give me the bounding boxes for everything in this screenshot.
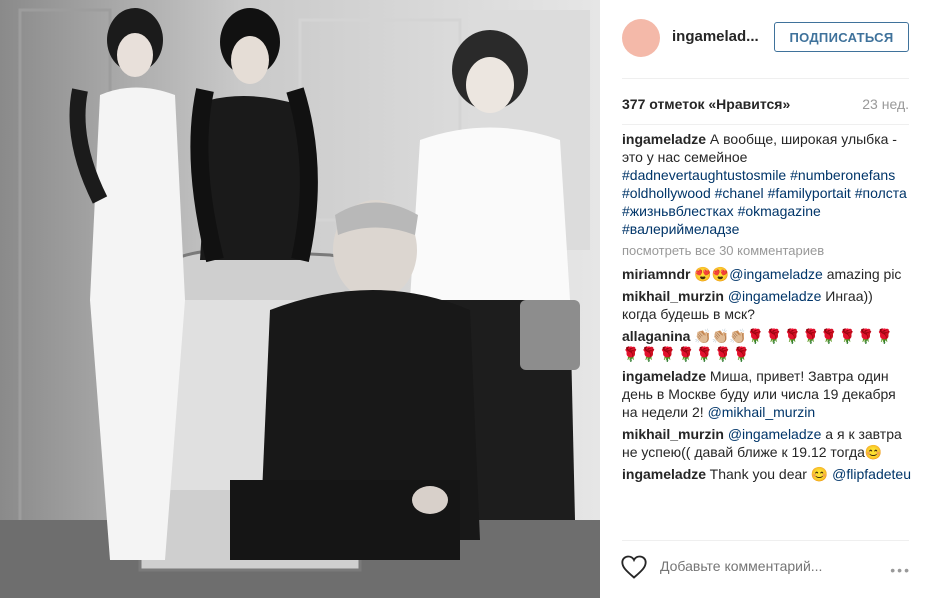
divider (622, 78, 909, 79)
caption-hashtag[interactable]: #полста (855, 185, 907, 201)
comment-username[interactable]: miriamndr (622, 266, 690, 282)
caption-hashtag[interactable]: #numberonefans (790, 167, 895, 183)
post-header: ingamelad... ПОДПИСАТЬСЯ (600, 0, 931, 78)
comment-mention[interactable]: @mikhail_murzin (708, 404, 816, 420)
more-options-icon[interactable]: ••• (890, 562, 911, 578)
comments-list: ingameladze А вообще, широкая улыбка - э… (622, 130, 911, 526)
comment-text: amazing pic (822, 266, 902, 282)
caption-hashtag[interactable]: #dadnevertaughtustosmile (622, 167, 786, 183)
smile-emoji: 😊 (864, 444, 883, 460)
caption-hashtag[interactable]: #oldhollywood (622, 185, 711, 201)
caption-hashtag[interactable]: #okmagazine (738, 203, 821, 219)
comment-text: Thank you dear (709, 466, 811, 482)
comment-mention[interactable]: @ingameladze (728, 288, 822, 304)
header-username[interactable]: ingamelad... (672, 28, 772, 45)
clapping-hands-emoji: 👏🏼👏🏼👏🏼 (694, 328, 747, 344)
comment-mention[interactable]: @flipfadeteu (832, 466, 911, 482)
follow-button[interactable]: ПОДПИСАТЬСЯ (774, 22, 909, 52)
add-comment-input[interactable] (660, 558, 870, 574)
comment-username[interactable]: ingameladze (622, 368, 706, 384)
comment-username[interactable]: ingameladze (622, 466, 706, 482)
smile-emoji: 😊 (810, 466, 829, 482)
caption-hashtag[interactable]: #chanel (715, 185, 764, 201)
comment-mention[interactable]: @ingameladze (729, 266, 823, 282)
caption-hashtag[interactable]: #жизньвблестках (622, 203, 734, 219)
comment-item: ingameladze Миша, привет! Завтра один де… (622, 367, 911, 421)
likes-count[interactable]: 377 отметок «Нравится» (622, 96, 790, 112)
caption: ingameladze А вообще, широкая улыбка - э… (622, 130, 911, 238)
comment-username[interactable]: allaganina (622, 328, 690, 344)
comment-emoji: 😍😍 (694, 266, 730, 282)
comment-item: miriamndr 😍😍@ingameladze amazing pic (622, 265, 911, 283)
comment-mention[interactable]: @ingameladze (728, 426, 822, 442)
post-age[interactable]: 23 нед. (862, 96, 909, 112)
comment-bar: ••• (600, 540, 931, 598)
avatar[interactable] (622, 19, 660, 57)
caption-username[interactable]: ingameladze (622, 131, 706, 147)
post-sidebar: ingamelad... ПОДПИСАТЬСЯ 377 отметок «Нр… (600, 0, 931, 598)
comment-item: mikhail_murzin @ingameladze а я к завтра… (622, 425, 911, 461)
comment-item: allaganina 👏🏼👏🏼👏🏼🌹🌹🌹🌹🌹🌹🌹🌹🌹🌹🌹🌹🌹🌹🌹 (622, 327, 911, 363)
post-photo[interactable] (0, 0, 600, 598)
comment-item: ingameladze Thank you dear 😊 @flipfadete… (622, 465, 911, 483)
heart-icon[interactable] (620, 554, 648, 580)
caption-hashtag[interactable]: #валериймеладзе (622, 221, 739, 237)
caption-hashtag[interactable]: #familyportait (768, 185, 851, 201)
family-photo (0, 0, 600, 598)
comment-username[interactable]: mikhail_murzin (622, 288, 724, 304)
divider (622, 124, 909, 125)
likes-row: 377 отметок «Нравится» 23 нед. (622, 96, 909, 112)
view-all-comments[interactable]: посмотреть все 30 комментариев (622, 242, 911, 260)
comment-username[interactable]: mikhail_murzin (622, 426, 724, 442)
comment-item: mikhail_murzin @ingameladze Ингаа)) когд… (622, 287, 911, 323)
